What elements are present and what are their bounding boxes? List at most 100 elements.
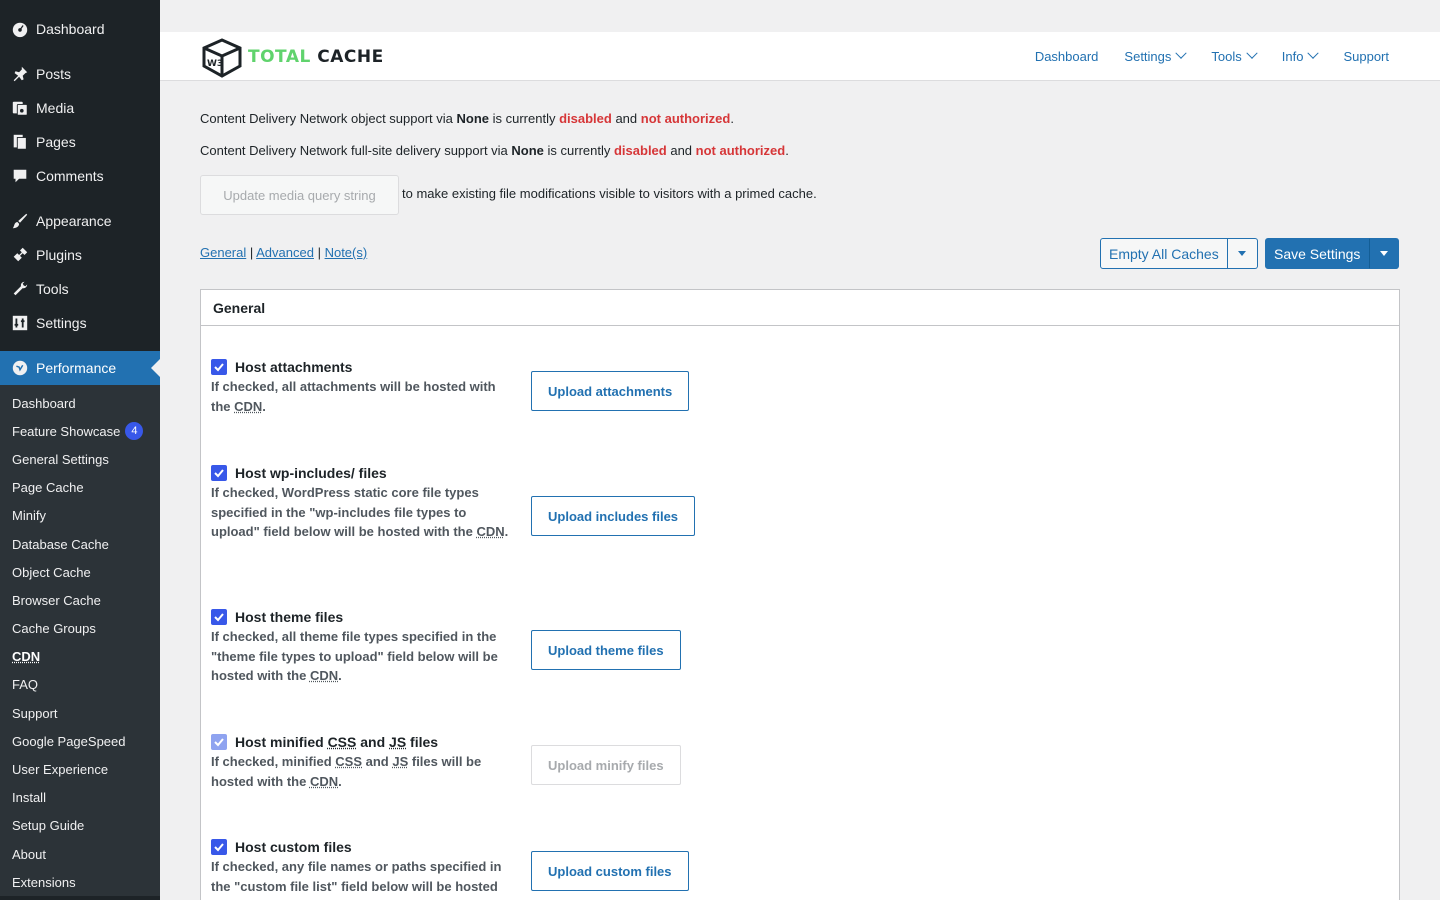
host-attachments-checkbox[interactable] xyxy=(211,359,227,375)
submenu-browser-cache[interactable]: Browser Cache xyxy=(0,586,160,614)
submenu-label: Minify xyxy=(12,508,46,523)
admin-sidebar: Dashboard Posts Media Pages Comments App… xyxy=(0,0,160,900)
submenu-cdn[interactable]: CDN xyxy=(0,643,160,671)
submenu-label: CDN xyxy=(12,649,40,664)
submenu-object-cache[interactable]: Object Cache xyxy=(0,558,160,586)
checkmark-icon xyxy=(213,467,225,479)
option-description: If checked, WordPress static core file t… xyxy=(211,483,511,542)
submenu-faq[interactable]: FAQ xyxy=(0,671,160,699)
sidebar-item-settings[interactable]: Settings xyxy=(0,306,160,340)
sidebar-item-label: Tools xyxy=(36,281,69,297)
separator: | xyxy=(246,245,256,260)
upload-includes-files-button[interactable]: Upload includes files xyxy=(531,496,695,536)
submenu-cache-groups[interactable]: Cache Groups xyxy=(0,615,160,643)
option-host-custom-files: Host custom files If checked, any file n… xyxy=(211,839,911,896)
submenu-label: Feature Showcase xyxy=(12,424,120,439)
nav-settings[interactable]: Settings xyxy=(1124,49,1185,64)
chevron-down-icon xyxy=(1308,48,1319,59)
submenu-label: Page Cache xyxy=(12,480,84,495)
sidebar-item-performance[interactable]: Performance xyxy=(0,351,160,385)
paintbrush-icon xyxy=(10,211,30,231)
option-title: Host theme files xyxy=(235,609,343,625)
sidebar-item-label: Settings xyxy=(36,315,87,331)
submenu-label: Dashboard xyxy=(12,396,76,411)
nav-dashboard[interactable]: Dashboard xyxy=(1035,49,1099,64)
submenu-label: Google PageSpeed xyxy=(12,734,125,749)
empty-caches-dropdown-button[interactable] xyxy=(1228,238,1258,269)
logo-total: TOTAL xyxy=(248,47,311,67)
submenu-label: General Settings xyxy=(12,452,109,467)
upload-custom-files-button[interactable]: Upload custom files xyxy=(531,851,689,891)
update-media-query-button[interactable]: Update media query string xyxy=(200,175,399,215)
separator: | xyxy=(314,245,325,260)
upload-attachments-button[interactable]: Upload attachments xyxy=(531,371,689,411)
submenu-label: Extensions xyxy=(12,875,76,890)
sidebar-item-plugins[interactable]: Plugins xyxy=(0,238,160,272)
chevron-down-icon xyxy=(1246,48,1257,59)
cube-logo-icon: W3 xyxy=(200,36,244,78)
link-advanced[interactable]: Advanced xyxy=(256,245,314,260)
sidebar-item-label: Comments xyxy=(36,168,104,184)
option-description: If checked, any file names or paths spec… xyxy=(211,857,511,896)
performance-submenu: Dashboard Feature Showcase 4 General Sett… xyxy=(0,385,160,896)
option-host-wp-includes: Host wp-includes/ files If checked, Word… xyxy=(211,465,911,542)
sidebar-item-tools[interactable]: Tools xyxy=(0,272,160,306)
nav-support[interactable]: Support xyxy=(1343,49,1389,64)
link-general[interactable]: General xyxy=(200,245,246,260)
submenu-database-cache[interactable]: Database Cache xyxy=(0,530,160,558)
upload-theme-files-button[interactable]: Upload theme files xyxy=(531,630,681,670)
link-notes[interactable]: Note(s) xyxy=(325,245,368,260)
empty-all-caches-button[interactable]: Empty All Caches xyxy=(1100,238,1228,269)
submenu-feature-showcase[interactable]: Feature Showcase 4 xyxy=(0,417,160,445)
w3-total-cache-logo: W3 TOTAL CACHE xyxy=(200,36,384,78)
host-custom-files-checkbox[interactable] xyxy=(211,839,227,855)
submenu-minify[interactable]: Minify xyxy=(0,502,160,530)
upload-minify-files-button[interactable]: Upload minify files xyxy=(531,745,681,785)
caret-down-icon xyxy=(1238,251,1246,256)
submenu-google-pagespeed[interactable]: Google PageSpeed xyxy=(0,727,160,755)
submenu-label: Support xyxy=(12,706,58,721)
submenu-user-experience[interactable]: User Experience xyxy=(0,755,160,783)
submenu-extensions[interactable]: Extensions xyxy=(0,868,160,896)
logo-wordmark: TOTAL CACHE xyxy=(248,47,384,67)
save-settings-button[interactable]: Save Settings xyxy=(1265,238,1369,269)
sidebar-item-appearance[interactable]: Appearance xyxy=(0,204,160,238)
sidebar-item-comments[interactable]: Comments xyxy=(0,159,160,193)
sidebar-item-posts[interactable]: Posts xyxy=(0,57,160,91)
submenu-label: User Experience xyxy=(12,762,108,777)
submenu-about[interactable]: About xyxy=(0,840,160,868)
option-title: Host minified CSS and JS files xyxy=(235,734,438,750)
option-host-attachments: Host attachments If checked, all attachm… xyxy=(211,359,911,416)
nav-tools[interactable]: Tools xyxy=(1211,49,1255,64)
submenu-label: Browser Cache xyxy=(12,593,101,608)
sidebar-item-label: Media xyxy=(36,100,74,116)
cdn-fsd-notice: Content Delivery Network full-site deliv… xyxy=(200,143,789,158)
checkmark-icon xyxy=(213,841,225,853)
empty-caches-group: Empty All Caches xyxy=(1100,238,1258,269)
host-minified-files-checkbox[interactable] xyxy=(211,734,227,750)
svg-text:W3: W3 xyxy=(207,59,223,69)
submenu-install[interactable]: Install xyxy=(0,784,160,812)
submenu-label: Cache Groups xyxy=(12,621,96,636)
host-wp-includes-checkbox[interactable] xyxy=(211,465,227,481)
comment-icon xyxy=(10,166,30,186)
nav-info[interactable]: Info xyxy=(1282,49,1318,64)
sidebar-item-pages[interactable]: Pages xyxy=(0,125,160,159)
save-settings-dropdown-button[interactable] xyxy=(1369,238,1399,269)
option-title: Host attachments xyxy=(235,359,352,375)
nav-label: Dashboard xyxy=(1035,49,1099,64)
checkmark-icon xyxy=(213,361,225,373)
nav-label: Tools xyxy=(1211,49,1241,64)
submenu-page-cache[interactable]: Page Cache xyxy=(0,474,160,502)
submenu-support[interactable]: Support xyxy=(0,699,160,727)
submenu-general-settings[interactable]: General Settings xyxy=(0,445,160,473)
cdn-object-notice: Content Delivery Network object support … xyxy=(200,111,734,126)
sidebar-item-media[interactable]: Media xyxy=(0,91,160,125)
sidebar-item-dashboard[interactable]: Dashboard xyxy=(0,12,160,46)
host-theme-files-checkbox[interactable] xyxy=(211,609,227,625)
checkmark-icon xyxy=(213,611,225,623)
checkmark-icon xyxy=(213,736,225,748)
submenu-setup-guide[interactable]: Setup Guide xyxy=(0,812,160,840)
option-title: Host custom files xyxy=(235,839,352,855)
submenu-dashboard[interactable]: Dashboard xyxy=(0,389,160,417)
